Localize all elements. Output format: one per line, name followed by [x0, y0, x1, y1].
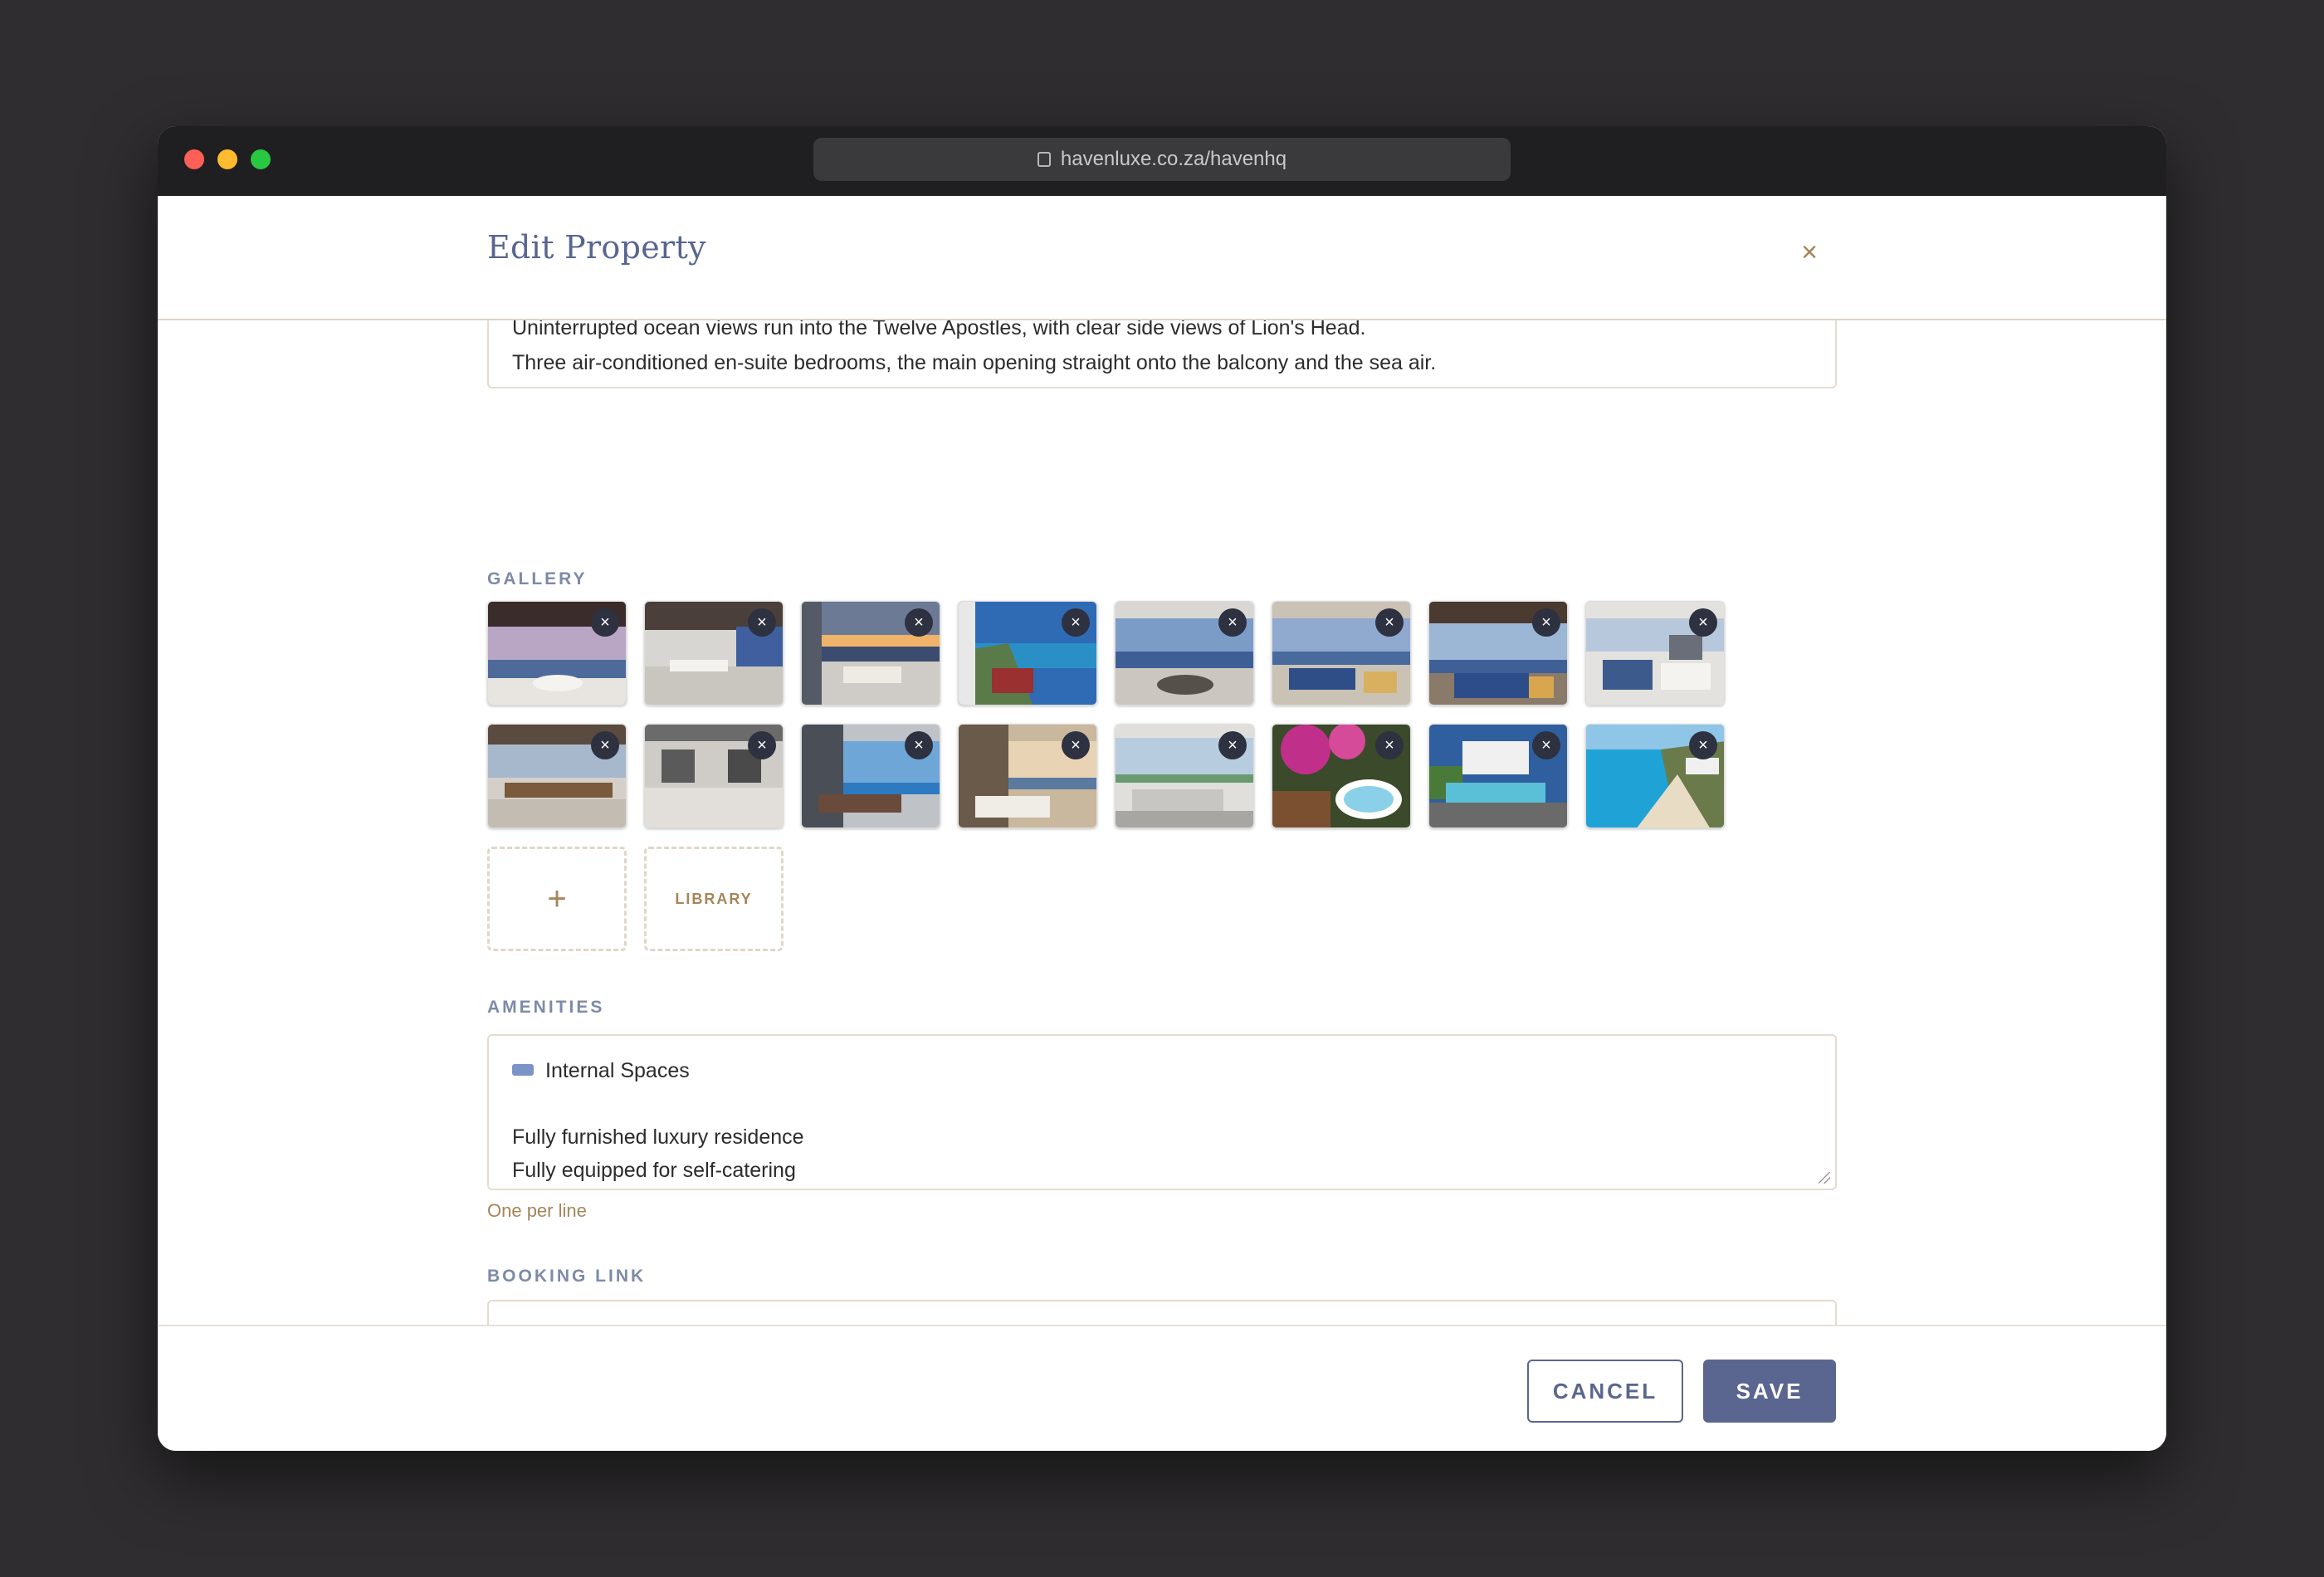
remove-image-button[interactable]: × [1218, 608, 1247, 637]
amenity-line [512, 1087, 1812, 1120]
gallery-thumbnail[interactable]: × [487, 724, 627, 828]
remove-image-button[interactable]: × [591, 731, 619, 759]
gallery-thumbnail[interactable]: × [1585, 724, 1725, 828]
resize-handle[interactable] [1819, 1172, 1830, 1184]
remove-image-button[interactable]: × [1689, 731, 1717, 759]
gallery-thumbnail[interactable]: × [644, 601, 784, 706]
description-line: Three air-conditioned en-suite bedrooms,… [512, 351, 1437, 374]
remove-image-button[interactable]: × [1062, 608, 1090, 637]
remove-image-button[interactable]: × [1375, 608, 1404, 637]
remove-image-button[interactable]: × [748, 731, 776, 759]
remove-image-button[interactable]: × [1689, 608, 1717, 637]
amenities-label: AMENITIES [487, 998, 605, 1017]
gallery-thumbnail[interactable]: × [1428, 724, 1568, 828]
maximize-window-button[interactable] [251, 149, 271, 169]
amenity-line: Fully furnished luxury residence [512, 1125, 804, 1149]
gallery-thumbnail[interactable]: × [1272, 601, 1411, 706]
remove-image-button[interactable]: × [1062, 731, 1090, 759]
close-window-button[interactable] [184, 149, 204, 169]
modal-footer: CANCEL SAVE [158, 1325, 2166, 1451]
booking-link-label: BOOKING LINK [487, 1267, 647, 1286]
gallery-thumbnail[interactable]: × [1115, 601, 1254, 706]
gallery-thumbnail[interactable]: × [801, 724, 940, 828]
gallery-thumbnail[interactable]: × [958, 601, 1097, 706]
url-text: havenluxe.co.za/havenhq [1060, 148, 1287, 170]
amenity-line: Internal Spaces [545, 1059, 690, 1082]
cancel-button[interactable]: CANCEL [1527, 1360, 1683, 1423]
modal-body[interactable]: Uninterrupted ocean views run into the T… [158, 320, 2166, 1325]
add-image-button[interactable]: + [487, 847, 627, 951]
page-icon [1037, 152, 1051, 167]
gallery-thumbnail[interactable]: × [1272, 724, 1411, 828]
gallery-thumbnail[interactable]: × [487, 601, 627, 706]
remove-image-button[interactable]: × [591, 608, 619, 637]
description-line: Uninterrupted ocean views run into the T… [512, 320, 1366, 339]
remove-image-button[interactable]: × [1532, 608, 1560, 637]
remove-image-button[interactable]: × [1218, 731, 1247, 759]
browser-window: havenluxe.co.za/havenhq Edit Property × … [158, 126, 2166, 1451]
bed-icon [512, 1064, 534, 1077]
gallery-label: GALLERY [487, 569, 588, 588]
amenities-hint: One per line [487, 1200, 587, 1221]
remove-image-button[interactable]: × [1375, 731, 1404, 759]
booking-link-input[interactable] [487, 1300, 1837, 1325]
remove-image-button[interactable]: × [905, 608, 933, 637]
address-bar[interactable]: havenluxe.co.za/havenhq [813, 138, 1511, 181]
description-textarea[interactable]: Uninterrupted ocean views run into the T… [487, 320, 1837, 388]
save-button[interactable]: SAVE [1703, 1360, 1836, 1423]
minimize-window-button[interactable] [217, 149, 237, 169]
close-icon[interactable]: × [1793, 236, 1826, 269]
gallery-thumbnail[interactable]: × [1115, 724, 1254, 828]
modal-title: Edit Property [487, 229, 706, 266]
gallery-thumbnail[interactable]: × [644, 724, 784, 828]
amenity-line: Fully equipped for self-catering [512, 1159, 796, 1182]
remove-image-button[interactable]: × [1532, 731, 1560, 759]
browser-titlebar: havenluxe.co.za/havenhq [158, 126, 2166, 196]
gallery-thumbnail[interactable]: × [801, 601, 940, 706]
gallery-thumbnail[interactable]: × [1428, 601, 1568, 706]
amenities-textarea[interactable]: Internal Spaces Fully furnished luxury r… [487, 1034, 1837, 1190]
remove-image-button[interactable]: × [748, 608, 776, 637]
remove-image-button[interactable]: × [905, 731, 933, 759]
library-button[interactable]: LIBRARY [644, 847, 784, 951]
gallery-thumbnail[interactable]: × [958, 724, 1097, 828]
gallery-thumbnail[interactable]: × [1585, 601, 1725, 706]
modal-header: Edit Property × [158, 196, 2166, 320]
